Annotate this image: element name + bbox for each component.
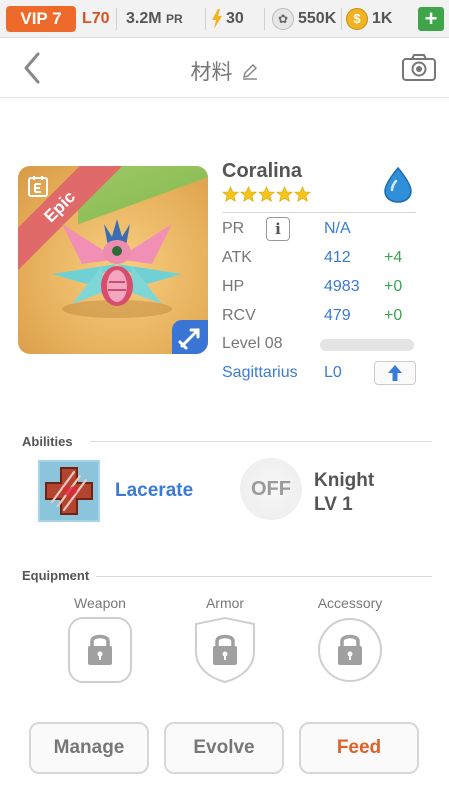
divider bbox=[341, 8, 342, 30]
armor-label: Armor bbox=[205, 595, 245, 611]
stat-bonus: +4 bbox=[384, 249, 403, 266]
star-icon bbox=[240, 186, 257, 203]
stat-value: 479 bbox=[324, 307, 351, 324]
page-header: 材料 bbox=[0, 38, 449, 98]
resource-bar: VIP 7 L70 3.2M PR 30 ✿ 550K $ 1K + bbox=[0, 0, 449, 38]
pr-unit: PR bbox=[166, 12, 183, 26]
stats-divider bbox=[222, 212, 416, 213]
monster-name: Coralina bbox=[222, 160, 303, 182]
divider bbox=[264, 8, 265, 30]
passive-ability-level: LV 1 bbox=[314, 494, 353, 515]
add-currency-button[interactable]: + bbox=[418, 7, 444, 31]
passive-ability-icon[interactable]: OFF bbox=[240, 458, 302, 520]
energy-value: 30 bbox=[226, 10, 244, 27]
weapon-slot[interactable] bbox=[67, 616, 133, 684]
monster-detail-screen: VIP 7 L70 3.2M PR 30 ✿ 550K $ 1K + 材料 Ep… bbox=[0, 0, 449, 800]
water-element-icon[interactable] bbox=[381, 166, 415, 204]
upgrade-sign-button[interactable] bbox=[374, 361, 416, 385]
paw-icon: ✿ bbox=[272, 8, 294, 30]
monster-artwork bbox=[52, 219, 182, 318]
accessory-slot[interactable] bbox=[317, 616, 383, 684]
manage-button[interactable]: Manage bbox=[29, 722, 149, 774]
claw-cross-icon bbox=[45, 467, 93, 515]
accessory-label: Accessory bbox=[317, 595, 383, 611]
weapon-label: Weapon bbox=[74, 595, 126, 611]
stat-bonus: +0 bbox=[384, 307, 403, 324]
divider bbox=[205, 8, 206, 30]
player-power-rating: 3.2M PR bbox=[126, 6, 183, 32]
coin-counter[interactable]: $ 1K bbox=[346, 6, 392, 32]
stat-bonus: +0 bbox=[384, 278, 403, 295]
stat-value: N/A bbox=[324, 220, 351, 237]
stat-row-pr: PR i N/A bbox=[222, 217, 422, 242]
equipment-title: Equipment bbox=[22, 568, 90, 583]
star-rating bbox=[222, 186, 311, 203]
page-title: 材料 bbox=[190, 61, 233, 84]
monster-type-badge bbox=[172, 320, 208, 354]
abilities-divider bbox=[90, 441, 432, 442]
stat-label: ATK bbox=[222, 249, 252, 266]
stat-label: HP bbox=[222, 278, 245, 295]
stat-row-hp: HP 4983 +0 bbox=[222, 278, 422, 300]
active-ability-name[interactable]: Lacerate bbox=[115, 480, 193, 502]
stat-value: 4983 bbox=[324, 278, 360, 295]
equipment-divider bbox=[96, 576, 432, 577]
stat-row-atk: ATK 412 +4 bbox=[222, 249, 422, 271]
stat-label: RCV bbox=[222, 307, 256, 324]
lacerate-ability-icon[interactable] bbox=[38, 460, 100, 522]
pencil-icon[interactable] bbox=[241, 62, 259, 80]
stat-value: 412 bbox=[324, 249, 351, 266]
star-icon bbox=[276, 186, 293, 203]
arrow-up-icon bbox=[388, 365, 402, 381]
player-level: L70 bbox=[82, 10, 110, 27]
level-label: Level 08 bbox=[222, 335, 283, 352]
stat-row-rcv: RCV 479 +0 bbox=[222, 307, 422, 329]
abilities-title: Abilities bbox=[22, 434, 73, 449]
armor-slot[interactable] bbox=[192, 616, 258, 684]
stat-row-sign: Sagittarius L0 bbox=[222, 361, 422, 386]
evolve-button[interactable]: Evolve bbox=[164, 722, 284, 774]
star-icon bbox=[294, 186, 311, 203]
star-icon bbox=[222, 186, 239, 203]
paw-value: 550K bbox=[298, 10, 337, 27]
passive-state: OFF bbox=[251, 477, 291, 500]
page-title-area: 材料 bbox=[0, 56, 449, 86]
stat-row-level: Level 08 bbox=[222, 335, 422, 357]
stat-label: PR bbox=[222, 220, 245, 237]
zodiac-level: L0 bbox=[324, 364, 342, 381]
camera-icon[interactable] bbox=[401, 52, 437, 82]
vip-badge[interactable]: VIP 7 bbox=[6, 6, 76, 32]
coin-value: 1K bbox=[372, 10, 393, 27]
level-progress-bar bbox=[320, 339, 414, 351]
passive-ability-name: Knight bbox=[314, 470, 375, 491]
lightning-icon bbox=[212, 9, 222, 29]
pr-value: 3.2M bbox=[126, 10, 162, 27]
zodiac-sign-link[interactable]: Sagittarius bbox=[222, 364, 298, 382]
document-icon[interactable] bbox=[26, 174, 50, 198]
info-button[interactable]: i bbox=[266, 217, 290, 241]
divider bbox=[116, 8, 117, 30]
energy-counter[interactable]: 30 bbox=[211, 6, 244, 32]
monster-card[interactable]: Epic bbox=[18, 166, 208, 354]
paw-counter[interactable]: ✿ 550K bbox=[272, 6, 336, 32]
star-icon bbox=[258, 186, 275, 203]
feed-button[interactable]: Feed bbox=[299, 722, 419, 774]
coin-icon: $ bbox=[346, 8, 368, 30]
archer-icon bbox=[178, 328, 200, 350]
